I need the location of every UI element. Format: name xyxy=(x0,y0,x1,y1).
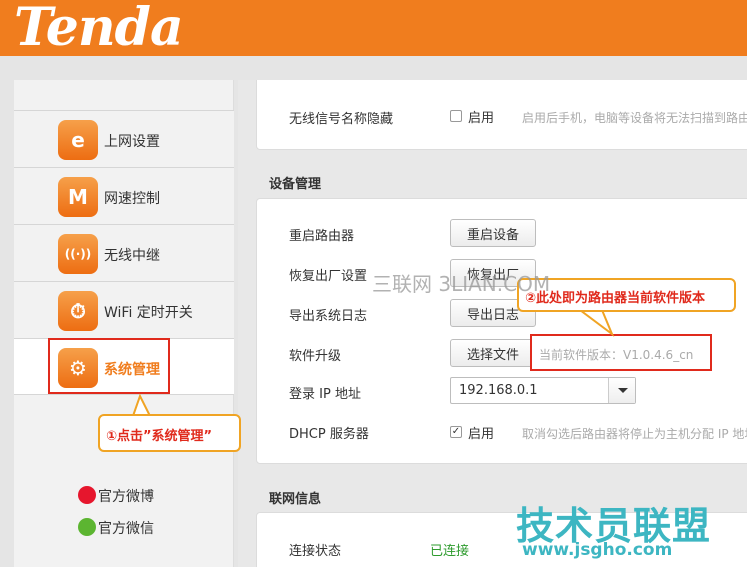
reboot-button[interactable]: 重启设备 xyxy=(450,219,536,247)
sidebar-item-label: WiFi 定时开关 xyxy=(104,305,193,321)
speed-wave-icon: M xyxy=(58,177,98,217)
sidebar-item-label: 网速控制 xyxy=(104,191,160,207)
hide-ssid-checkbox-label: 启用 xyxy=(468,111,495,126)
hide-ssid-checkbox[interactable] xyxy=(450,110,462,122)
main-content: 无线信号名称隐藏 启用 启用后手机，电脑等设备将无法扫描到路由 设备管理 重启路… xyxy=(238,80,747,567)
connection-status-label: 连接状态 xyxy=(289,544,342,559)
active-item-highlight xyxy=(48,338,170,394)
wechat-icon xyxy=(78,518,96,536)
watermark-jsgho-url: www.jsgho.com xyxy=(522,540,673,560)
hide-ssid-label: 无线信号名称隐藏 xyxy=(289,112,394,127)
sidebar-item-label: 无线中继 xyxy=(104,248,160,264)
dhcp-checkbox-label: 启用 xyxy=(468,427,495,442)
choose-file-button[interactable]: 选择文件 xyxy=(450,339,536,367)
firmware-upgrade-label: 软件升级 xyxy=(289,349,342,364)
sidebar-top-spacer xyxy=(14,80,234,110)
wechat-link[interactable]: 官方微信 xyxy=(78,518,154,538)
internet-e-icon: e xyxy=(58,120,98,160)
factory-reset-label: 恢复出厂设置 xyxy=(289,269,368,284)
export-log-label: 导出系统日志 xyxy=(289,309,368,324)
dhcp-checkbox[interactable]: ✓ xyxy=(450,426,462,438)
sidebar-item-wireless-repeater[interactable]: ((·)) 无线中继 xyxy=(14,224,234,281)
sidebar-item-wifi-timer[interactable]: ⏱ WiFi 定时开关 xyxy=(14,281,234,338)
dhcp-label: DHCP 服务器 xyxy=(289,427,369,442)
wifi-timer-icon: ⏱ xyxy=(58,291,98,331)
weibo-link[interactable]: 官方微博 xyxy=(78,486,154,506)
section-title-network: 联网信息 xyxy=(269,492,322,507)
login-ip-value: 192.168.0.1 xyxy=(459,383,538,398)
sidebar-item-internet-settings[interactable]: e 上网设置 xyxy=(14,110,234,167)
tenda-logo: Tenda xyxy=(14,0,184,58)
hide-ssid-hint: 启用后手机，电脑等设备将无法扫描到路由 xyxy=(522,111,747,125)
firmware-version-text: 当前软件版本：V1.0.4.6_cn xyxy=(539,348,694,362)
sidebar: e 上网设置 M 网速控制 ((·)) 无线中继 ⏱ WiFi 定时开关 ⚙ 系… xyxy=(14,80,234,567)
login-ip-select[interactable]: 192.168.0.1 xyxy=(450,377,636,404)
wireless-card: 无线信号名称隐藏 启用 启用后手机，电脑等设备将无法扫描到路由 xyxy=(256,80,747,150)
wifi-antenna-icon: ((·)) xyxy=(58,234,98,274)
device-management-card: 重启路由器 重启设备 恢复出厂设置 恢复出厂 导出系统日志 导出日志 软件升级 … xyxy=(256,198,747,464)
watermark-3lian: 三联网 3LIAN.COM xyxy=(372,272,551,296)
sidebar-item-label: 上网设置 xyxy=(104,134,160,150)
login-ip-label: 登录 IP 地址 xyxy=(289,387,361,402)
reboot-label: 重启路由器 xyxy=(289,229,355,244)
dhcp-hint: 取消勾选后路由器将停止为主机分配 IP 地址 xyxy=(522,427,747,441)
weibo-label: 官方微博 xyxy=(98,489,154,505)
section-title-device: 设备管理 xyxy=(269,177,322,192)
firmware-version-highlight: 当前软件版本：V1.0.4.6_cn xyxy=(530,334,712,371)
connection-status-value: 已连接 xyxy=(430,544,470,559)
weibo-icon xyxy=(78,486,96,504)
top-header: Tenda xyxy=(0,0,747,56)
callout-click-system: ①点击”系统管理” xyxy=(98,414,241,452)
chevron-down-icon[interactable] xyxy=(608,378,635,403)
wechat-label: 官方微信 xyxy=(98,521,154,537)
sidebar-item-speed-control[interactable]: M 网速控制 xyxy=(14,167,234,224)
